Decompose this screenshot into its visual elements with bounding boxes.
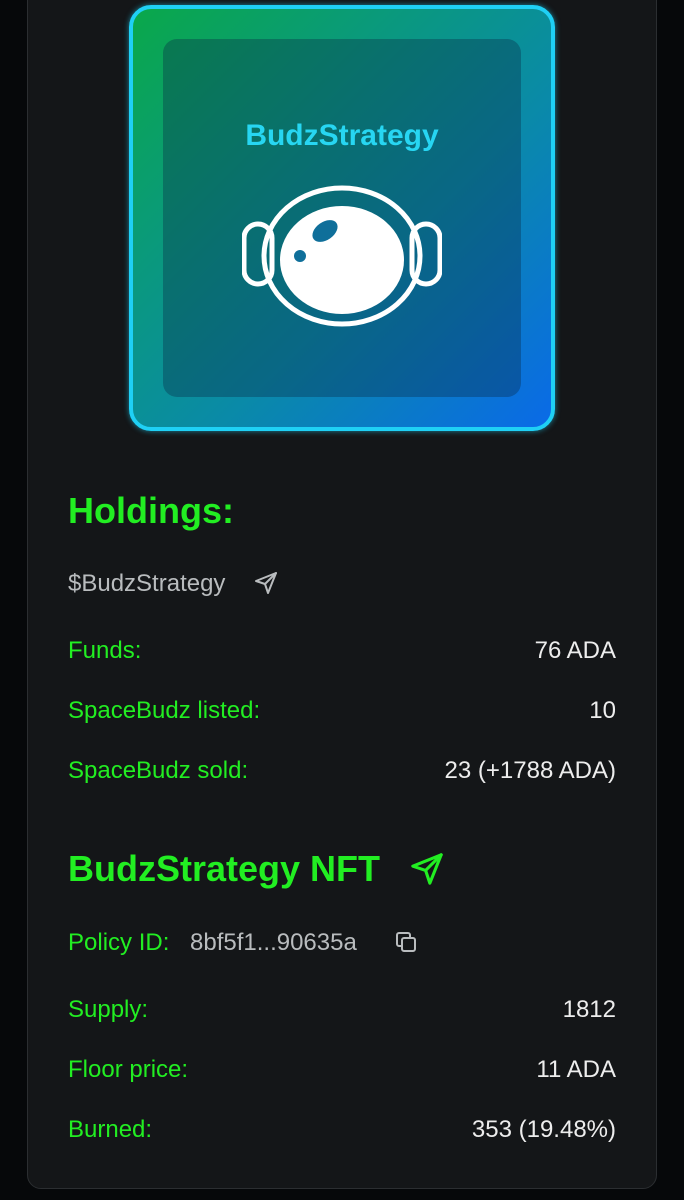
- token-name: $BudzStrategy: [68, 570, 226, 597]
- sold-label: SpaceBudz sold:: [68, 757, 249, 784]
- floor-price-value: 11 ADA: [536, 1056, 616, 1083]
- floor-price-label: Floor price:: [68, 1056, 189, 1083]
- holdings-heading: Holdings:: [68, 490, 234, 531]
- supply-label: Supply:: [68, 996, 149, 1023]
- astronaut-helmet-icon: [241, 184, 443, 329]
- nft-heading: BudzStrategy NFT: [68, 848, 381, 889]
- policy-id-value: 8bf5f1...90635a: [190, 929, 357, 956]
- send-icon[interactable]: [410, 852, 444, 886]
- funds-value: 76 ADA: [534, 637, 616, 664]
- strategy-logo: BudzStrategy: [129, 5, 555, 431]
- send-icon[interactable]: [254, 571, 278, 595]
- logo-inner-panel: BudzStrategy: [163, 39, 521, 397]
- sold-value: 23 (+1788 ADA): [444, 757, 616, 784]
- listed-label: SpaceBudz listed:: [68, 697, 261, 724]
- policy-id-label: Policy ID:: [68, 929, 170, 956]
- funds-label: Funds:: [68, 637, 142, 664]
- burned-value: 353 (19.48%): [471, 1116, 616, 1143]
- logo-title: BudzStrategy: [245, 119, 439, 152]
- listed-value: 10: [589, 697, 616, 724]
- supply-value: 1812: [562, 996, 616, 1023]
- burned-label: Burned:: [68, 1116, 153, 1143]
- copy-icon[interactable]: [394, 930, 418, 954]
